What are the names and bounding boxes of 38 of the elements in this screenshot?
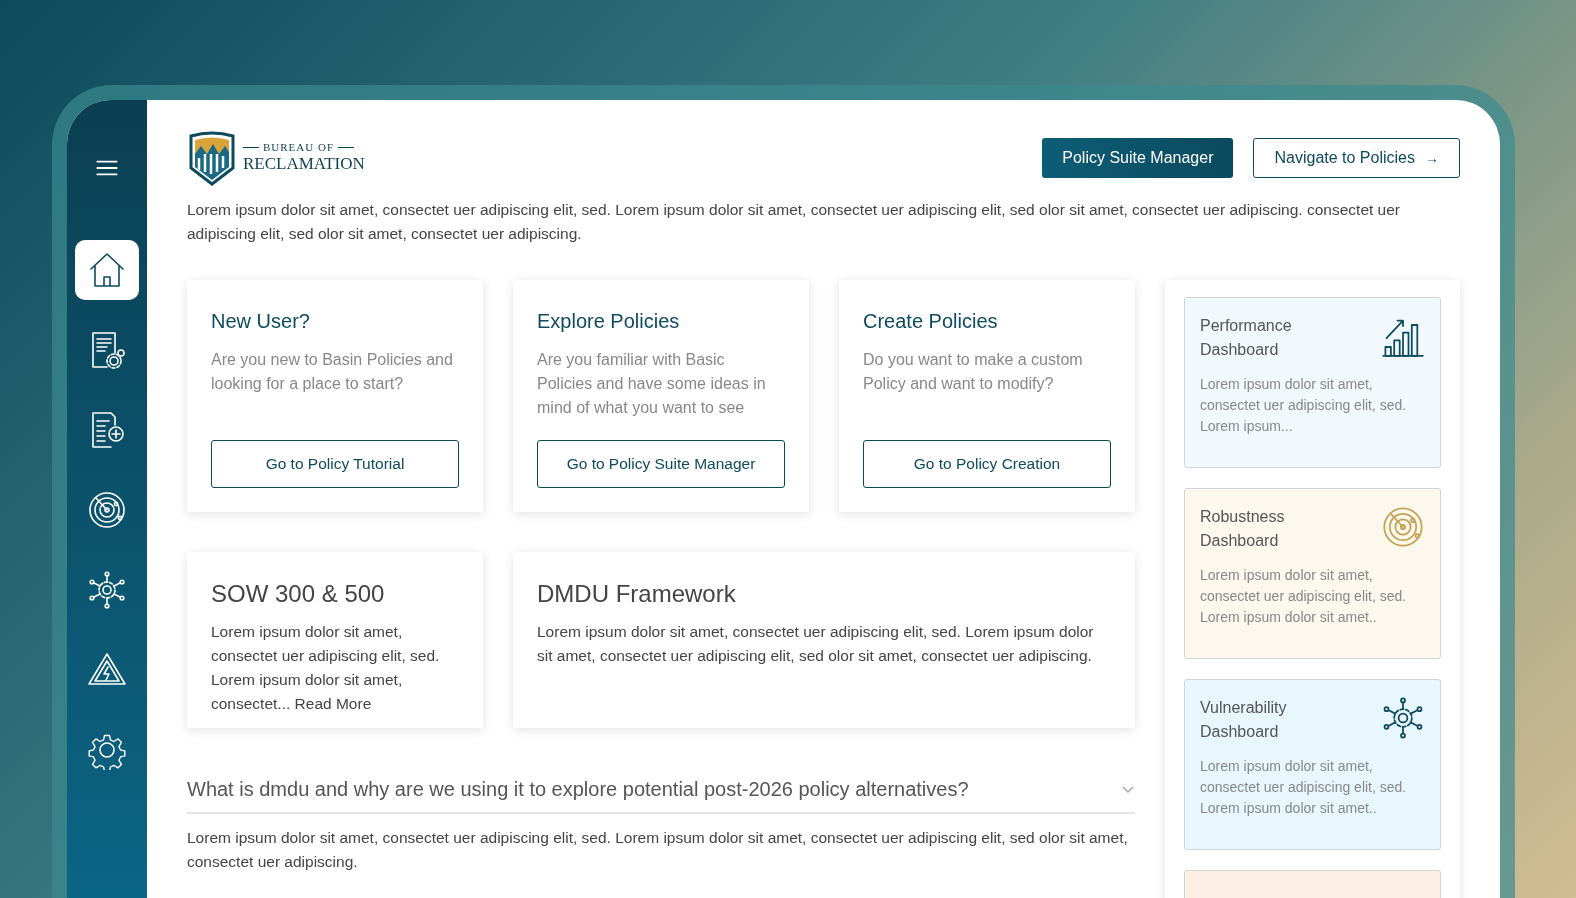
card-text: Lorem ipsum dolor sit amet, consectet uer adipiscing elit, sed. Lorem ipsum dolor sit amet, consectet... Read More [211, 622, 441, 714]
card-text: Do you want to make a custom Policy and want to modify? [863, 350, 1084, 394]
dashboard-title: Performance Dashboard [1200, 316, 1293, 360]
arrow-right-icon: → [1425, 147, 1439, 169]
faq-question[interactable]: What is dmdu and why are we using it to explore potential post-2026 policy alternatives? [187, 774, 1135, 814]
radar-icon [1381, 505, 1425, 549]
card-button[interactable]: Go to Policy Creation [863, 440, 1111, 488]
card-text: Are you new to Basin Policies and looking for a place to start? [211, 350, 454, 394]
card-text: Are you familiar with Basic Policies and have some ideas in mind of what you want to see [537, 350, 767, 418]
card-text: Lorem ipsum dolor sit amet, consectet uer adipiscing elit, sed. Lorem ipsum dolor sit amet, consectet uer adipiscing elit, sed olor sit amet, consectet uer adipiscing. [537, 622, 1095, 666]
shield-logo-icon [187, 130, 237, 186]
read-more-link[interactable]: Read More [294, 695, 372, 712]
logo-title: RECLAMATION [243, 152, 365, 175]
card-button[interactable]: Go to Policy Tutorial [211, 440, 459, 488]
network-gear-icon [1381, 696, 1425, 740]
dashboard-card[interactable]: Vulnerability Dashboard Lorem ipsum dolor sit amet, consectet uer adipiscing elit, sed. Lorem ipsum dolor sit amet.. [1184, 679, 1441, 850]
card-title: DMDU Framework [537, 579, 737, 609]
intro-text: Lorem ipsum dolor sit amet, consectet uer adipiscing elit, sed. Lorem ipsum dolor sit amet, consectet uer adipiscing elit, sed olor sit amet, consectet uer adipiscing. consectet uer adipiscing elit, sed olor sit amet, consectet uer adipiscing. [187, 200, 1402, 244]
card-title: SOW 300 & 500 [211, 579, 386, 609]
primary-button[interactable]: Policy Suite Manager [1042, 138, 1234, 178]
dashboard-title: Robustness Dashboard [1200, 507, 1286, 551]
dashboard-text: Lorem ipsum dolor sit amet, consectet uer adipiscing elit, sed. Lorem ipsum dolor sit amet.. [1200, 566, 1408, 627]
card-title: Create Policies [863, 309, 999, 334]
dashboard-title: Vulnerability Dashboard [1200, 698, 1288, 742]
outline-button[interactable]: Navigate to Policies → [1253, 138, 1460, 178]
dashboard-card[interactable]: Robustness Dashboard Lorem ipsum dolor sit amet, consectet uer adipiscing elit, sed. Lorem ipsum dolor sit amet.. [1184, 488, 1441, 659]
radar-icon [87, 490, 127, 530]
home-icon [87, 250, 127, 290]
network-gear-icon [87, 570, 127, 610]
faq-answer: Lorem ipsum dolor sit amet, consectet uer adipiscing elit, sed. Lorem ipsum dolor sit amet, consectet uer adipiscing elit, sed olor sit amet, consectet uer adipiscing. [187, 828, 1129, 872]
sidebar-item[interactable] [75, 240, 139, 300]
dashboard-text: Lorem ipsum dolor sit amet, consectet uer adipiscing elit, sed. Lorem ipsum... [1200, 375, 1408, 436]
card-button[interactable]: Go to Policy Suite Manager [537, 440, 785, 488]
card-title: New User? [211, 309, 311, 334]
logo-subtitle: BUREAU OF [263, 141, 335, 153]
card-title: Explore Policies [537, 309, 681, 334]
dashboard-card[interactable]: Performance Dashboard Lorem ipsum dolor sit amet, consectet uer adipiscing elit, sed. Lorem ipsum... [1184, 297, 1441, 468]
dashboard-text: Lorem ipsum dolor sit amet, consectet uer adipiscing elit, sed. Lorem ipsum dolor sit amet.. [1200, 757, 1408, 818]
